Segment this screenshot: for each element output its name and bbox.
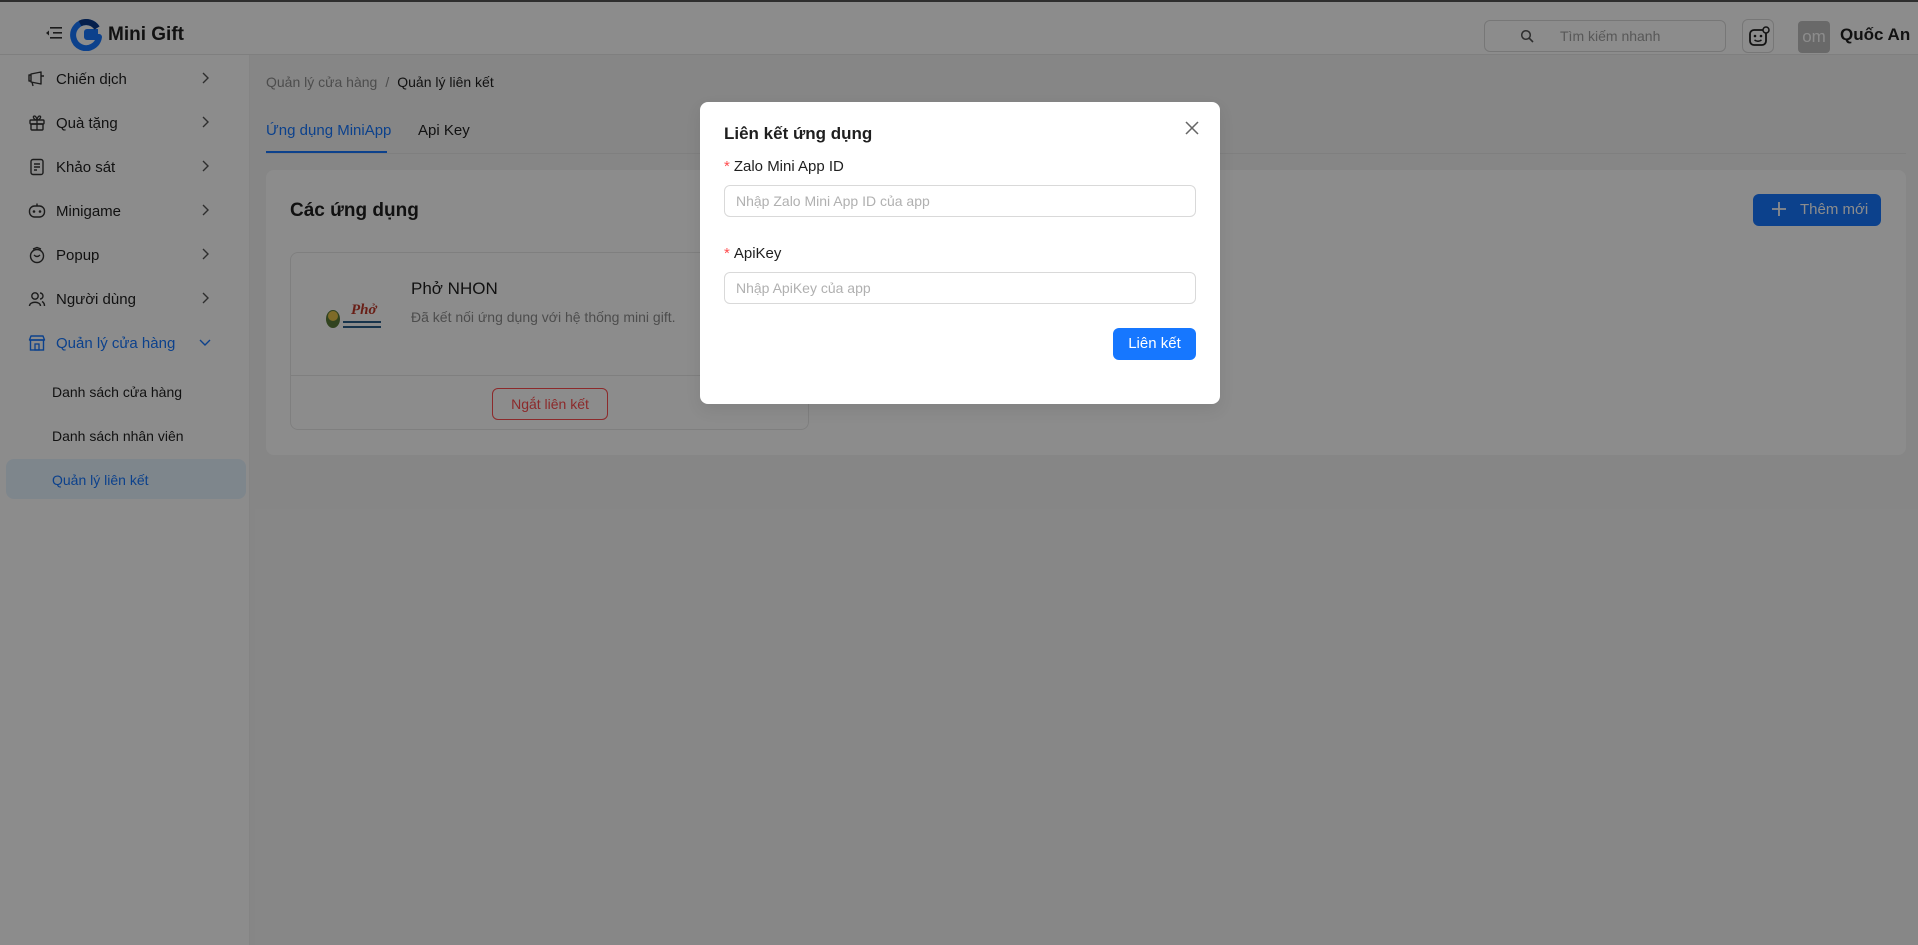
- zalo-app-id-label: * Zalo Mini App ID: [724, 158, 844, 175]
- close-icon[interactable]: [1184, 120, 1200, 136]
- required-mark: *: [724, 245, 730, 262]
- zalo-app-id-input[interactable]: [724, 185, 1196, 217]
- apikey-input[interactable]: [724, 272, 1196, 304]
- modal-title: Liên kết ứng dụng: [724, 124, 873, 143]
- apikey-label: * ApiKey: [724, 245, 781, 262]
- apikey-label-text: ApiKey: [733, 245, 782, 262]
- link-submit-button[interactable]: Liên kết: [1113, 328, 1196, 360]
- link-app-modal: Liên kết ứng dụng *Zalo Mini App ID *Api…: [700, 102, 1220, 404]
- required-mark: *: [724, 158, 730, 175]
- zalo-app-id-label-text: Zalo Mini App ID: [733, 158, 844, 175]
